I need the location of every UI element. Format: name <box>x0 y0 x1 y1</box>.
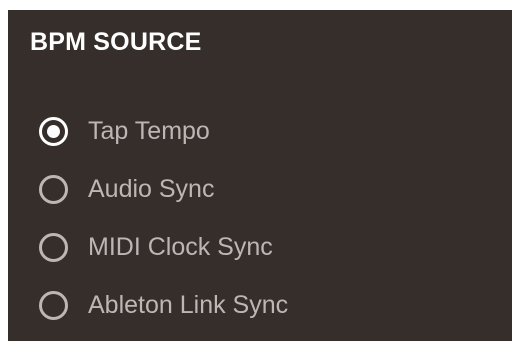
radio-unselected-icon[interactable] <box>39 232 68 262</box>
radio-dot-icon <box>47 124 60 138</box>
option-label: Ableton Link Sync <box>88 290 289 319</box>
option-label: MIDI Clock Sync <box>88 232 273 261</box>
radio-selected-icon[interactable] <box>39 116 68 146</box>
bpm-source-panel: BPM SOURCE Tap Tempo Audio Sync MIDI Clo… <box>8 10 512 341</box>
option-label: Audio Sync <box>88 174 215 203</box>
radio-unselected-icon[interactable] <box>39 290 68 320</box>
bpm-source-radio-group: Tap Tempo Audio Sync MIDI Clock Sync Abl… <box>39 102 288 334</box>
radio-unselected-icon[interactable] <box>39 174 68 204</box>
option-tap-tempo[interactable]: Tap Tempo <box>39 102 288 160</box>
option-ableton-link-sync[interactable]: Ableton Link Sync <box>39 276 288 334</box>
option-audio-sync[interactable]: Audio Sync <box>39 160 288 218</box>
option-midi-clock-sync[interactable]: MIDI Clock Sync <box>39 218 288 276</box>
panel-title: BPM SOURCE <box>30 28 202 56</box>
option-label: Tap Tempo <box>88 116 210 145</box>
